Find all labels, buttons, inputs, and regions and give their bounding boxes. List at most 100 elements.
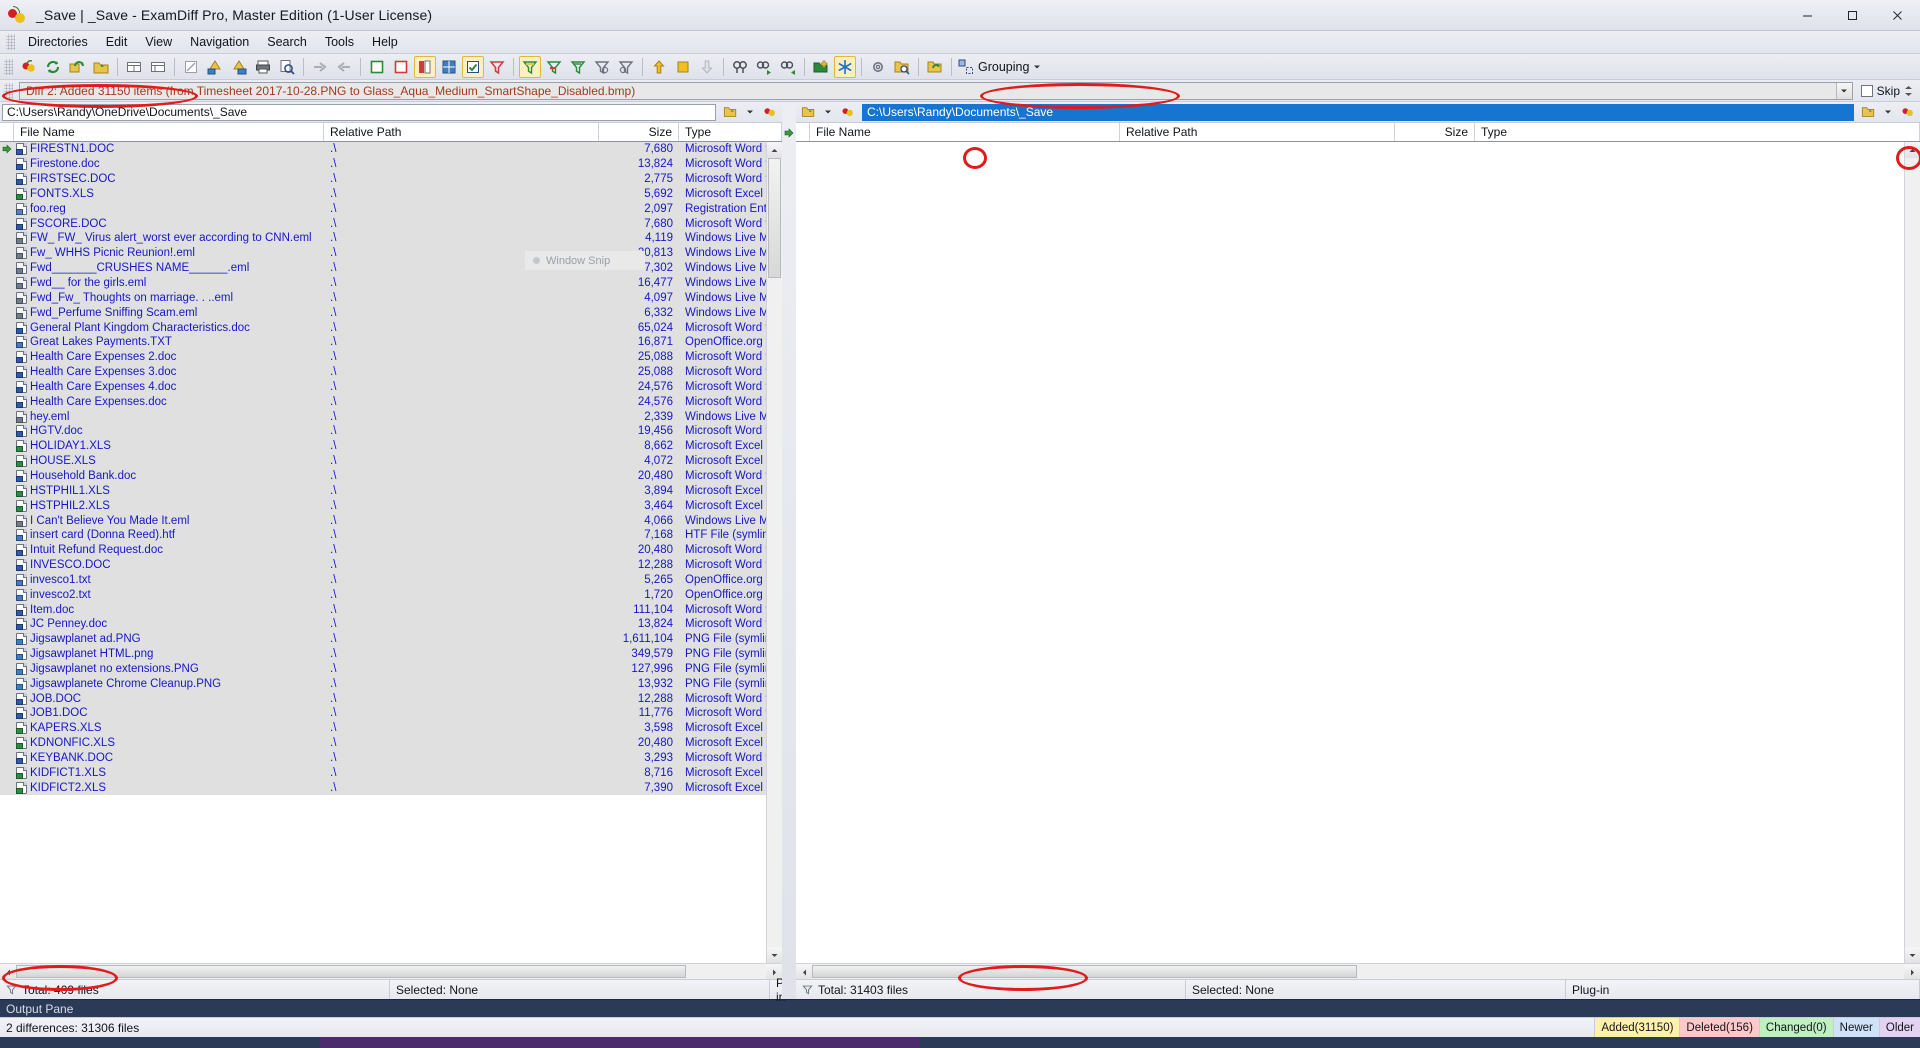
stop-icon[interactable] <box>672 56 694 78</box>
close-button[interactable] <box>1875 0 1920 31</box>
table-row[interactable]: Jigsawplanet HTML.png .\ 349,579 PNG File (… <box>0 646 766 662</box>
table-row[interactable]: Great Lakes Payments.TXT .\ 16,871 OpenOffi… <box>0 334 766 350</box>
inspect-folder-icon[interactable] <box>891 56 913 78</box>
table-row[interactable]: HOUSE.XLS .\ 4,072 Microsoft Excel 97-200 <box>0 453 766 469</box>
compare-icon[interactable] <box>18 56 40 78</box>
right-scroll-track[interactable] <box>1905 158 1920 947</box>
table-row[interactable]: JC Penney.doc .\ 13,824 Microsoft Word 97-2… <box>0 617 766 632</box>
refresh-icon[interactable] <box>42 56 64 78</box>
find-next-icon[interactable] <box>753 56 775 78</box>
filter-deleted-icon[interactable] <box>543 56 565 78</box>
table-row[interactable]: foo.reg .\ 2,097 Registration Entries (s <box>0 201 766 217</box>
table-row[interactable]: FIRESTN1.DOC .\ 7,680 Microsoft Word 97-20 <box>0 142 766 157</box>
save-right-icon[interactable] <box>228 56 250 78</box>
filter-newer-icon[interactable] <box>591 56 613 78</box>
right-file-list[interactable] <box>796 142 1920 963</box>
open-folder-icon[interactable] <box>90 56 112 78</box>
table-row[interactable]: invesco1.txt .\ 5,265 OpenOffice.org 1.1 Te <box>0 572 766 588</box>
table-row[interactable]: Health Care Expenses.doc .\ 24,576 Microsof… <box>0 394 766 410</box>
menu-grip-handle[interactable] <box>6 34 15 50</box>
left-horizontal-scrollbar[interactable] <box>0 963 782 980</box>
table-row[interactable]: invesco2.txt .\ 1,720 OpenOffice.org 1.1 Te <box>0 587 766 603</box>
menu-navigation[interactable]: Navigation <box>181 32 258 52</box>
right-header-relative-path[interactable]: Relative Path <box>1120 123 1395 141</box>
print-icon[interactable] <box>252 56 274 78</box>
table-row[interactable]: Fwd_______CRUSHES NAME______.eml .\ 7,302 W… <box>0 260 766 276</box>
badge-newer[interactable]: Newer <box>1832 1018 1879 1037</box>
badge-added[interactable]: Added(31150) <box>1594 1018 1680 1037</box>
menu-search[interactable]: Search <box>258 32 316 52</box>
grouping-button[interactable]: Grouping <box>956 59 1047 75</box>
right-header-size[interactable]: Size <box>1395 123 1475 141</box>
table-row[interactable]: HGTV.doc .\ 19,456 Microsoft Word 97-20 <box>0 424 766 439</box>
scroll-right-arrow-icon[interactable] <box>1904 964 1920 980</box>
badge-deleted[interactable]: Deleted(156) <box>1679 1018 1759 1037</box>
right-compare-icon-2[interactable] <box>1899 104 1917 121</box>
table-row[interactable]: FSCORE.DOC .\ 7,680 Microsoft Word 97-20 <box>0 216 766 232</box>
table-row[interactable]: KEYBANK.DOC .\ 3,293 Microsoft Word 97-20 <box>0 750 766 766</box>
table-row[interactable]: Health Care Expenses 4.doc .\ 24,576 Micros… <box>0 379 766 395</box>
chevron-down-icon[interactable] <box>741 104 759 121</box>
table-row[interactable]: KAPERS.XLS .\ 3,598 Microsoft Excel 97-200 <box>0 720 766 736</box>
right-browse-folder-icon[interactable] <box>799 104 817 121</box>
table-row[interactable]: JOB.DOC .\ 12,288 Microsoft Word 97-20 <box>0 691 766 707</box>
right-path-input[interactable]: C:\Users\Randy\Documents\_Save <box>862 103 1854 121</box>
table-row[interactable]: KIDFICT2.XLS .\ 7,390 Microsoft Excel 97-20… <box>0 780 766 796</box>
menu-edit[interactable]: Edit <box>97 32 137 52</box>
menu-directories[interactable]: Directories <box>19 32 97 52</box>
table-row[interactable]: INVESCO.DOC .\ 12,288 Microsoft Word 97-20 <box>0 557 766 573</box>
left-header-type[interactable]: Type <box>679 123 782 141</box>
save-left-icon[interactable] <box>204 56 226 78</box>
table-row[interactable]: Household Bank.doc .\ 20,480 Microsoft Word… <box>0 468 766 484</box>
table-row[interactable]: KDNONFIC.XLS .\ 20,480 Microsoft Excel 97-2… <box>0 735 766 751</box>
right-hscroll-track[interactable] <box>812 964 1904 979</box>
menu-help[interactable]: Help <box>363 32 407 52</box>
table-row[interactable]: Fwd__ for the girls.eml .\ 16,477 Windows L… <box>0 275 766 291</box>
left-browse-folder-icon[interactable] <box>721 104 739 121</box>
snowflake-icon[interactable] <box>834 55 856 78</box>
find-prev-icon[interactable] <box>777 56 799 78</box>
right-vertical-scrollbar[interactable] <box>1904 142 1920 963</box>
table-row[interactable]: Health Care Expenses 3.doc .\ 25,088 Micros… <box>0 364 766 380</box>
minimize-button[interactable] <box>1785 0 1830 31</box>
table-row[interactable]: HSTPHIL2.XLS .\ 3,464 Microsoft Excel 97-20… <box>0 498 766 514</box>
table-row[interactable]: hey.eml .\ 2,339 Windows Live Mail Ema <box>0 409 766 425</box>
left-hscroll-track[interactable] <box>16 964 766 979</box>
show-checked-icon[interactable] <box>462 55 484 78</box>
scroll-left-arrow-icon[interactable] <box>796 964 812 980</box>
table-row[interactable]: FW_ FW_ Virus alert_worst ever according… <box>0 231 766 246</box>
collapse-all-icon[interactable] <box>147 56 169 78</box>
show-deleted-icon[interactable] <box>390 56 412 78</box>
left-header-size[interactable]: Size <box>599 123 679 141</box>
options-gear-icon[interactable] <box>867 56 889 78</box>
left-header-file-name[interactable]: File Name <box>14 123 324 141</box>
next-difference-icon[interactable] <box>696 56 718 78</box>
filter-added-icon[interactable] <box>519 55 541 78</box>
table-row[interactable]: KIDFICT1.XLS .\ 8,716 Microsoft Excel 97-20… <box>0 765 766 781</box>
chevron-down-icon[interactable] <box>819 104 837 121</box>
table-row[interactable]: I Can't Believe You Made It.eml .\ 4,066 Wi… <box>0 513 766 528</box>
scroll-up-arrow-icon[interactable] <box>1905 142 1920 158</box>
copy-right-icon[interactable] <box>309 56 331 78</box>
badge-older[interactable]: Older <box>1878 1018 1920 1037</box>
filter-changed-icon[interactable] <box>567 56 589 78</box>
table-row[interactable]: Fw_ WHHS Picnic Reunion!.eml .\ 20,813 Wind… <box>0 245 766 261</box>
right-horizontal-scrollbar[interactable] <box>796 963 1920 980</box>
diff-selector-combo[interactable]: Diff 2: Added 31150 items (from Timeshee… <box>19 81 1853 100</box>
skip-spinner[interactable] <box>1904 85 1914 97</box>
refresh-all-icon[interactable] <box>66 56 88 78</box>
table-row[interactable]: Intuit Refund Request.doc .\ 20,480 Microso… <box>0 542 766 558</box>
toolbar-grip-handle[interactable] <box>4 58 13 75</box>
right-compare-icon[interactable] <box>839 104 857 121</box>
copy-left-icon[interactable] <box>333 56 355 78</box>
left-file-list[interactable]: FIRESTN1.DOC.\7,680Microsoft Word 97-20 F… <box>0 142 782 963</box>
skip-checkbox[interactable] <box>1860 84 1873 97</box>
table-row[interactable]: Jigsawplanet ad.PNG .\ 1,611,104 PNG File (… <box>0 631 766 647</box>
table-row[interactable]: insert card (Donna Reed).htf .\ 7,168 HTF F… <box>0 527 766 543</box>
edit-icon[interactable] <box>180 56 202 78</box>
add-folder-icon[interactable] <box>810 56 832 78</box>
show-grid-icon[interactable] <box>438 56 460 78</box>
left-path-input[interactable]: C:\Users\Randy\OneDrive\Documents\_Save <box>2 103 716 121</box>
print-preview-icon[interactable] <box>276 56 298 78</box>
badge-changed[interactable]: Changed(0) <box>1758 1018 1833 1037</box>
